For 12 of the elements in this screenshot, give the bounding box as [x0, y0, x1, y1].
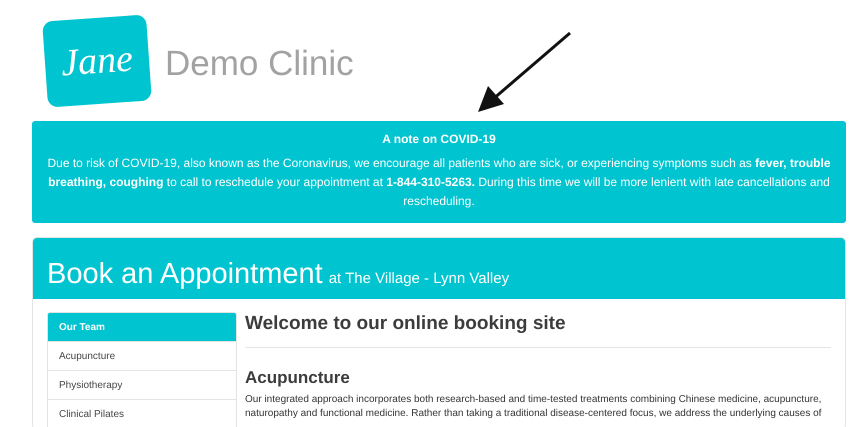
- clinic-name: Demo Clinic: [165, 44, 354, 84]
- sidebar-item[interactable]: Acupuncture: [47, 341, 237, 371]
- welcome-heading: Welcome to our online booking site: [245, 313, 831, 348]
- logo-text: Jane: [60, 36, 134, 86]
- notice-title: A note on COVID-19: [381, 132, 497, 146]
- booking-title: Book an Appointment: [47, 258, 323, 291]
- notice-text: Due to risk of COVID-19, also known as the Coronavirus, we encourage all patients who are sick, or experiencing symptoms such as fever, trouble breathing, coughing to call to reschedule your appointment at 1-844-310-5263. During this time we will be more lenient with late cancellations and rescheduling.: [46, 155, 832, 210]
- section-paragraph: Our integrated approach incorporates both research-based and time-tested treatments combining Chinese medicine, acupuncture, naturopathy and functional medicine. Rather than taking a traditional disease-centered focus, we address the underlying causes of: [245, 393, 822, 421]
- location-text: at The Village - Lynn Valley: [328, 270, 510, 287]
- sidebar-item[interactable]: Clinical Pilates: [47, 399, 237, 427]
- section-title: Acupuncture: [245, 368, 351, 388]
- sidebar-item[interactable]: Physiotherapy: [47, 370, 237, 400]
